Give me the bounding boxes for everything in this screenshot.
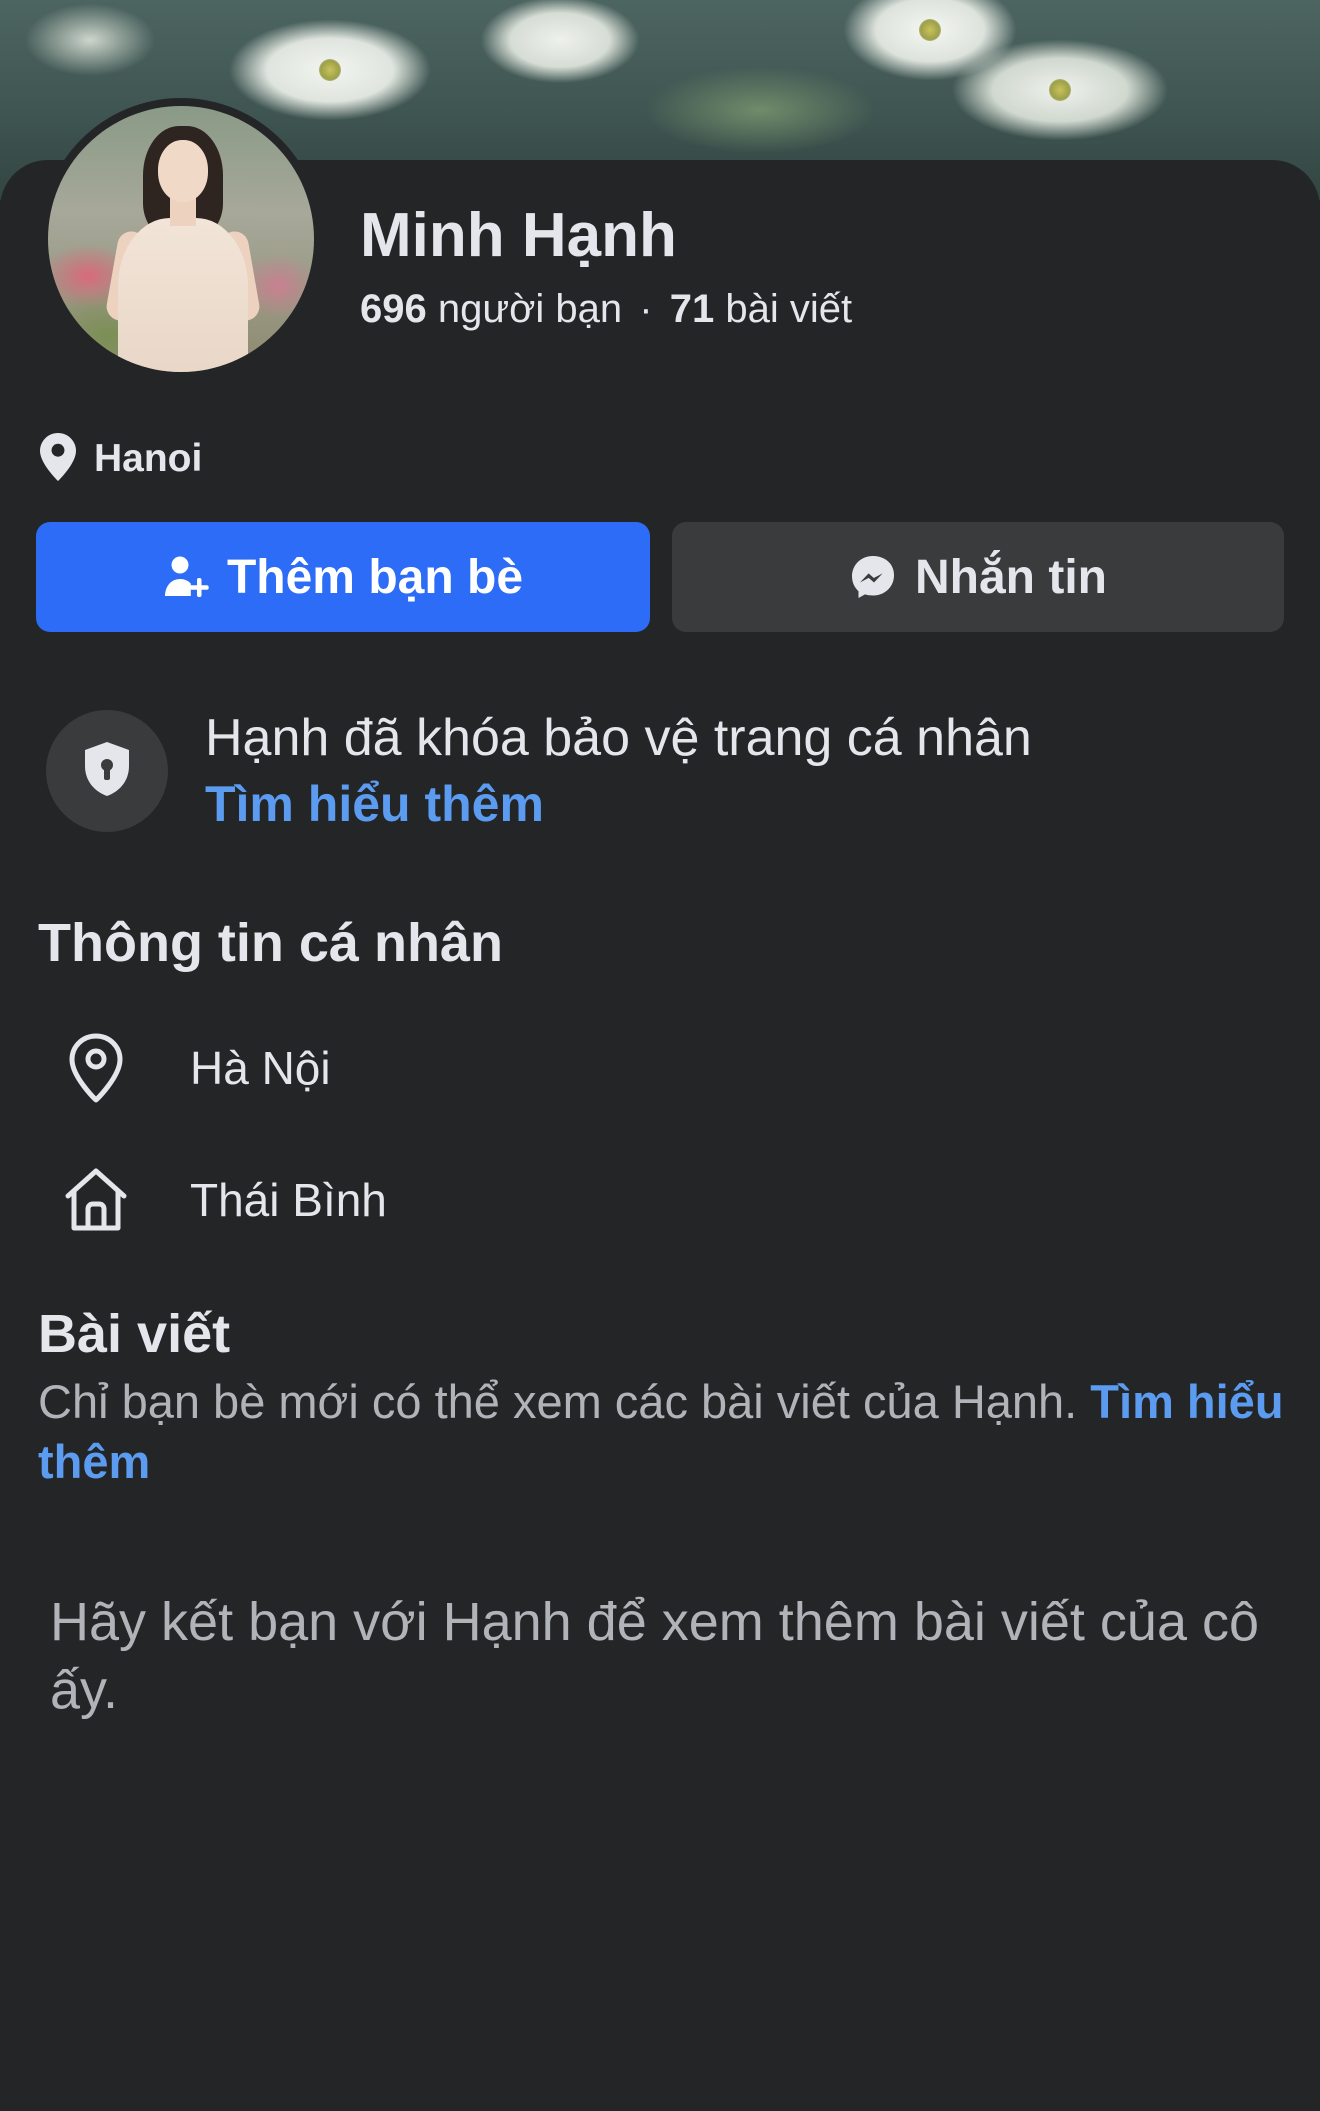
info-row-hometown: Thái Bình [58,1162,387,1238]
learn-more-link[interactable]: Tìm hiểu thêm [205,775,544,833]
locked-profile-title: Hạnh đã khóa bảo vệ trang cá nhân [205,709,1032,767]
friends-label[interactable]: người bạn [438,287,622,331]
posts-label: bài viết [725,287,853,331]
location-pin-icon [58,1032,134,1104]
messenger-icon [849,553,897,601]
home-icon [58,1165,134,1235]
stats-separator: · [639,287,653,331]
posts-privacy-notice: Chỉ bạn bè mới có thể xem các bài viết c… [38,1372,1288,1492]
message-button[interactable]: Nhắn tin [672,522,1284,632]
info-hometown: Thái Bình [190,1174,387,1226]
cover-flower-detail [919,19,941,41]
location-pin-icon [40,432,76,486]
posts-title: Bài viết [38,1304,231,1364]
profile-location: Hanoi [40,432,203,486]
avatar[interactable] [48,106,314,372]
add-friend-label: Thêm bạn bè [226,550,524,604]
avatar-face [158,140,208,202]
avatar-dress [118,218,248,372]
friends-count[interactable]: 696 [360,287,427,331]
cover-flower-detail [1049,79,1071,101]
posts-count: 71 [669,287,715,331]
profile-name: Minh Hạnh [360,201,677,270]
info-current-city: Hà Nội [190,1042,331,1094]
posts-privacy-text: Chỉ bạn bè mới có thể xem các bài viết c… [38,1375,1078,1428]
shield-lock-icon [81,740,133,803]
profile-stats: 696 người bạn · 71 bài viết [360,287,852,332]
info-row-current-city: Hà Nội [58,1030,331,1106]
message-label: Nhắn tin [915,550,1107,604]
add-friend-button[interactable]: Thêm bạn bè [36,522,650,632]
add-friend-hint: Hãy kết bạn với Hạnh để xem thêm bài viế… [50,1592,1260,1720]
location-text: Hanoi [94,437,203,480]
cover-flower-detail [319,59,341,81]
add-person-icon [163,554,209,600]
personal-info-title: Thông tin cá nhân [38,913,503,973]
locked-profile-badge [46,710,168,832]
